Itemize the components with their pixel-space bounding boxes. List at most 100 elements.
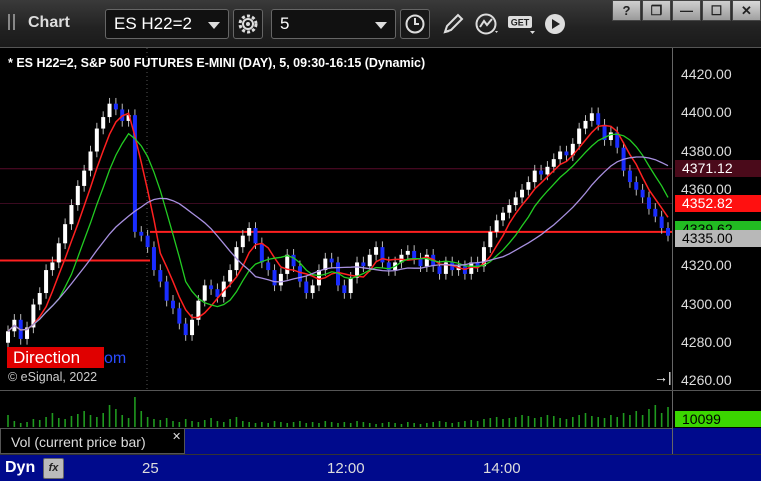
candle-body xyxy=(304,281,309,294)
candle-body xyxy=(507,205,512,213)
price-marker-tag: 4335.00 xyxy=(675,229,761,247)
candle-body xyxy=(583,120,588,129)
candle-body xyxy=(532,170,537,183)
candle xyxy=(342,279,347,299)
price-scale[interactable]: 4420.004400.004380.004360.004340.004320.… xyxy=(672,48,761,390)
candle xyxy=(278,268,283,292)
pen-icon xyxy=(443,13,464,34)
candle-body xyxy=(107,103,112,118)
interval-select[interactable]: 5 xyxy=(271,9,396,39)
candle-body xyxy=(545,166,550,175)
maximize-button[interactable]: ☐ xyxy=(702,0,731,21)
candle-body xyxy=(361,262,366,267)
scroll-to-end-icon[interactable]: →| xyxy=(654,369,672,385)
candle xyxy=(589,107,594,127)
candle-body xyxy=(94,128,99,152)
candle-body xyxy=(183,323,188,336)
candle xyxy=(608,126,613,146)
candle xyxy=(139,226,144,242)
candle xyxy=(316,264,321,292)
draw-tool-button[interactable] xyxy=(438,9,468,39)
candle-body xyxy=(56,243,61,263)
candle-body xyxy=(329,258,334,263)
candle-body xyxy=(539,170,544,175)
play-button[interactable] xyxy=(540,9,570,39)
candle-body xyxy=(640,189,645,198)
candle xyxy=(418,252,423,272)
candle xyxy=(107,97,112,123)
candle xyxy=(666,222,670,242)
candle-body xyxy=(380,247,385,263)
gear-button[interactable] xyxy=(233,9,263,39)
candle xyxy=(272,264,277,292)
candle-body xyxy=(209,285,214,290)
interval-value: 5 xyxy=(280,14,290,33)
candle-body xyxy=(75,185,80,206)
candle xyxy=(520,184,525,204)
price-plot[interactable] xyxy=(0,48,672,390)
close-button[interactable]: ✕ xyxy=(732,0,761,21)
candle xyxy=(94,122,99,158)
candle xyxy=(145,229,150,253)
clock-button[interactable] xyxy=(400,9,430,39)
candle xyxy=(6,325,10,349)
candle xyxy=(602,118,607,146)
candle-body xyxy=(44,270,49,294)
candle-body xyxy=(342,285,347,294)
close-icon[interactable]: ✕ xyxy=(172,430,181,443)
candle-body xyxy=(6,331,10,343)
study-icon xyxy=(475,13,498,35)
help-button[interactable]: ? xyxy=(612,0,641,21)
candle-body xyxy=(113,103,118,110)
price-chart-pane[interactable]: * ES H22=2, S&P 500 FUTURES E-MINI (DAY)… xyxy=(0,48,761,390)
get-data-button[interactable]: GET xyxy=(506,9,538,39)
candle-body xyxy=(158,270,163,282)
candle xyxy=(564,145,569,162)
candle xyxy=(361,256,366,272)
candle xyxy=(56,237,61,269)
candle xyxy=(653,203,658,223)
time-axis[interactable]: Dyn fx 25 12:00 14:00 xyxy=(0,454,761,481)
gear-icon xyxy=(238,14,258,34)
candle-body xyxy=(291,254,296,267)
candle xyxy=(291,249,296,272)
candle-body xyxy=(646,197,651,209)
candle-body xyxy=(577,128,582,144)
candle xyxy=(37,287,42,311)
candle xyxy=(475,256,480,272)
candle-body xyxy=(151,247,156,271)
formula-icon[interactable]: fx xyxy=(43,458,64,479)
candle-body xyxy=(564,151,569,156)
minimize-button[interactable]: — xyxy=(672,0,701,21)
candle-body xyxy=(551,159,556,167)
candle-body xyxy=(101,117,106,129)
candle-body xyxy=(259,243,264,263)
svg-text:GET: GET xyxy=(511,18,530,28)
candle-body xyxy=(240,235,245,248)
candle-body xyxy=(37,293,42,305)
direction-link-text[interactable]: om xyxy=(104,350,126,368)
play-icon xyxy=(545,14,565,34)
candle xyxy=(424,249,429,272)
direction-label: Direction xyxy=(7,347,104,368)
volume-study-label[interactable]: Vol (current price bar) xyxy=(0,428,185,454)
symbol-select[interactable]: ES H22=2 xyxy=(105,9,229,39)
candle xyxy=(304,275,309,299)
restore-button[interactable]: ❐ xyxy=(642,0,671,21)
candle-body xyxy=(634,182,639,190)
price-marker-tag: 4352.82 xyxy=(675,195,761,213)
chart-title: * ES H22=2, S&P 500 FUTURES E-MINI (DAY)… xyxy=(8,56,426,70)
study-button[interactable] xyxy=(473,9,503,39)
candle-body xyxy=(202,285,207,301)
candle-body xyxy=(88,151,93,171)
volume-pane[interactable]: 10099 xyxy=(0,390,761,429)
drag-grip-icon[interactable] xyxy=(8,14,20,30)
candle-body xyxy=(247,228,252,236)
candle xyxy=(240,229,245,253)
candle xyxy=(583,115,588,135)
candle-body xyxy=(278,273,283,286)
candle xyxy=(374,241,379,261)
candle xyxy=(63,218,68,250)
candle-body xyxy=(50,262,55,271)
candle-body xyxy=(82,170,87,186)
